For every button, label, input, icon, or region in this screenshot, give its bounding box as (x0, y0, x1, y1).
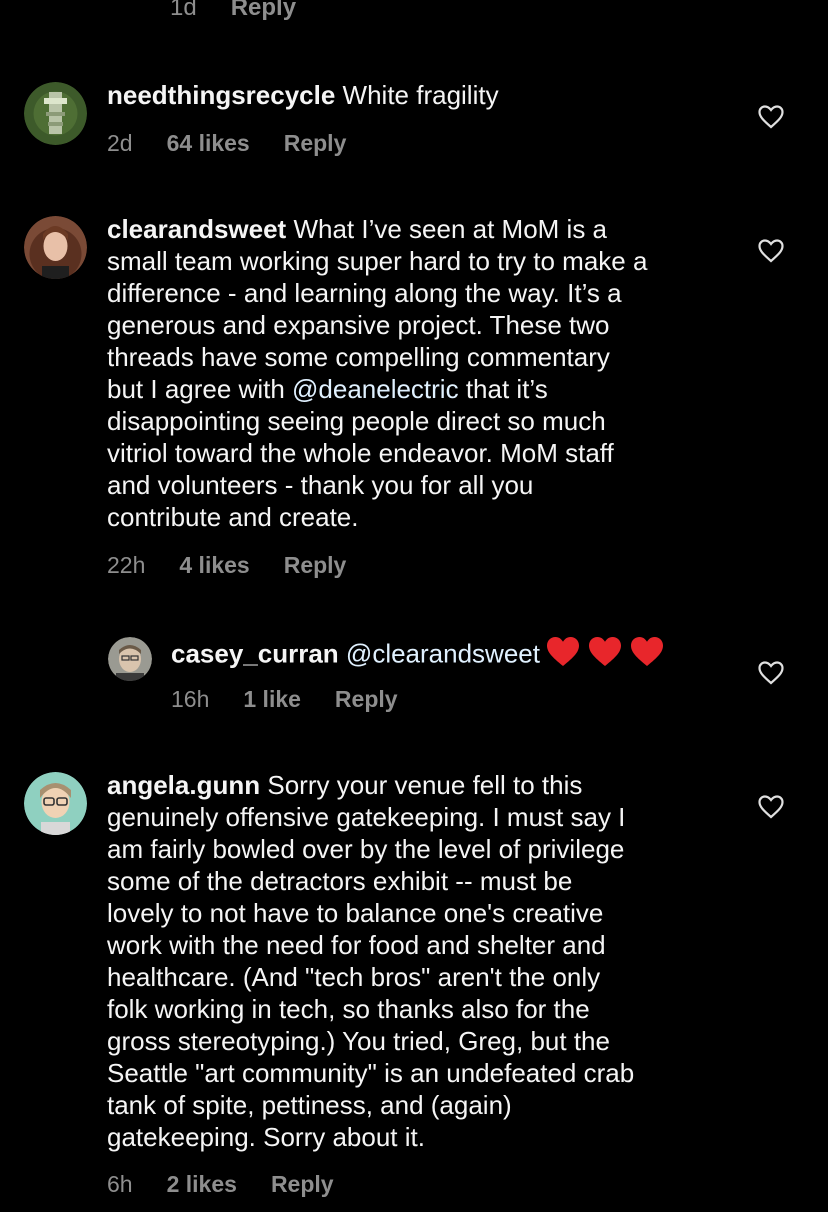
comment-time: 1d (170, 0, 197, 21)
reply-button[interactable]: Reply (231, 0, 296, 22)
comment-time: 6h (107, 1170, 133, 1197)
like-heart-icon[interactable] (758, 661, 784, 685)
comment-meta: 22h 4 likes Reply (107, 550, 346, 580)
comment-username[interactable]: angela.gunn (107, 770, 260, 800)
comment-username[interactable]: needthingsrecycle (107, 80, 335, 110)
avatar[interactable] (24, 216, 87, 279)
comment-text: White fragility (342, 80, 499, 110)
mention-link[interactable]: @deanelectric (292, 374, 459, 404)
comment-meta: 6h 2 likes Reply (107, 1169, 334, 1199)
likes-count[interactable]: 4 likes (179, 552, 249, 579)
comment-body: clearandsweet What I’ve seen at MoM is a… (107, 213, 767, 533)
comment-body: angela.gunn Sorry your venue fell to thi… (107, 769, 767, 1153)
likes-count[interactable]: 64 likes (167, 130, 250, 157)
reply-button[interactable]: Reply (335, 686, 398, 713)
comment-meta: 2d 64 likes Reply (107, 128, 346, 158)
previous-comment-meta: 1d Reply (170, 0, 296, 28)
comment-body: needthingsrecycle White fragility (107, 79, 747, 111)
like-heart-icon[interactable] (758, 795, 784, 819)
comment-time: 2d (107, 129, 133, 156)
like-heart-icon[interactable] (758, 239, 784, 263)
reply-button[interactable]: Reply (271, 1171, 334, 1198)
comment-time: 16h (171, 685, 210, 712)
reply-button[interactable]: Reply (284, 130, 347, 157)
comment-text: Sorry your venue fell to this genuinely … (107, 770, 635, 1152)
comment-username[interactable]: casey_curran (171, 638, 339, 668)
reply-button[interactable]: Reply (284, 552, 347, 579)
comment-username[interactable]: clearandsweet (107, 214, 286, 244)
avatar[interactable] (24, 82, 87, 145)
likes-count[interactable]: 1 like (243, 686, 301, 713)
like-heart-icon[interactable] (758, 105, 784, 129)
comment-meta: 16h 1 like Reply (171, 684, 398, 714)
red-hearts-emoji (546, 635, 664, 676)
avatar[interactable] (108, 637, 152, 681)
likes-count[interactable]: 2 likes (167, 1171, 237, 1198)
comment-body: casey_curran @clearandsweet (171, 635, 731, 676)
avatar[interactable] (24, 772, 87, 835)
comment-time: 22h (107, 551, 146, 578)
mention-link[interactable]: @clearandsweet (346, 638, 540, 668)
